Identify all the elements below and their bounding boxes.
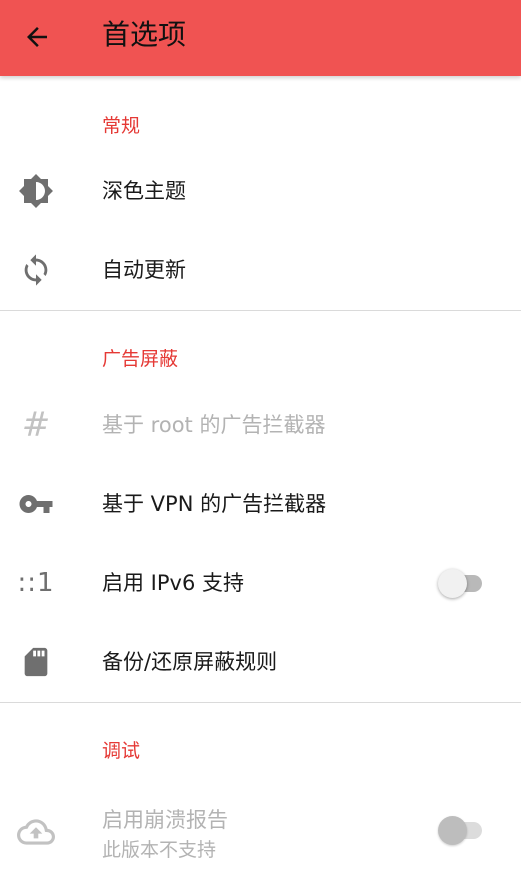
sync-icon — [16, 250, 56, 290]
pref-title: 深色主题 — [102, 179, 186, 203]
pref-item-backup-restore[interactable]: 备份/还原屏蔽规则 — [0, 623, 521, 701]
switch-thumb — [438, 816, 467, 845]
section-header-ad-blocking: 广告屏蔽 — [102, 348, 179, 370]
pref-item-auto-update[interactable]: 自动更新 — [0, 231, 521, 309]
pref-title: 启用崩溃报告 — [102, 808, 228, 832]
ipv6-toggle-switch[interactable] — [438, 568, 486, 598]
pref-item-dark-theme[interactable]: 深色主题 — [0, 152, 521, 230]
pref-title: 基于 root 的广告拦截器 — [102, 413, 326, 437]
crash-report-toggle-switch — [438, 815, 486, 845]
pref-title: 备份/还原屏蔽规则 — [102, 650, 278, 674]
section-divider — [0, 310, 521, 311]
section-header-general: 常规 — [102, 115, 141, 137]
sd-card-icon — [16, 642, 56, 682]
hash-icon: # — [21, 405, 51, 445]
key-icon — [16, 484, 56, 524]
pref-title: 基于 VPN 的广告拦截器 — [102, 492, 327, 516]
pref-title: 启用 IPv6 支持 — [102, 571, 244, 595]
pref-summary: 此版本不支持 — [102, 839, 217, 861]
arrow-back-icon — [27, 27, 47, 47]
pref-item-vpn-blocker[interactable]: 基于 VPN 的广告拦截器 — [0, 465, 521, 543]
switch-thumb — [438, 569, 467, 598]
section-divider — [0, 702, 521, 703]
back-button[interactable] — [10, 10, 64, 64]
ipv6-icon: ::1 — [17, 568, 55, 598]
section-header-debug: 调试 — [102, 740, 141, 762]
pref-item-root-blocker: # 基于 root 的广告拦截器 — [0, 386, 521, 464]
brightness-icon — [16, 171, 56, 211]
app-bar: 首选项 — [0, 0, 521, 76]
pref-item-crash-report: 启用崩溃报告 此版本不支持 — [0, 792, 521, 872]
cloud-upload-icon — [16, 812, 56, 852]
pref-title: 自动更新 — [102, 258, 186, 282]
pref-item-ipv6[interactable]: ::1 启用 IPv6 支持 — [0, 544, 521, 622]
page-title: 首选项 — [102, 18, 187, 51]
